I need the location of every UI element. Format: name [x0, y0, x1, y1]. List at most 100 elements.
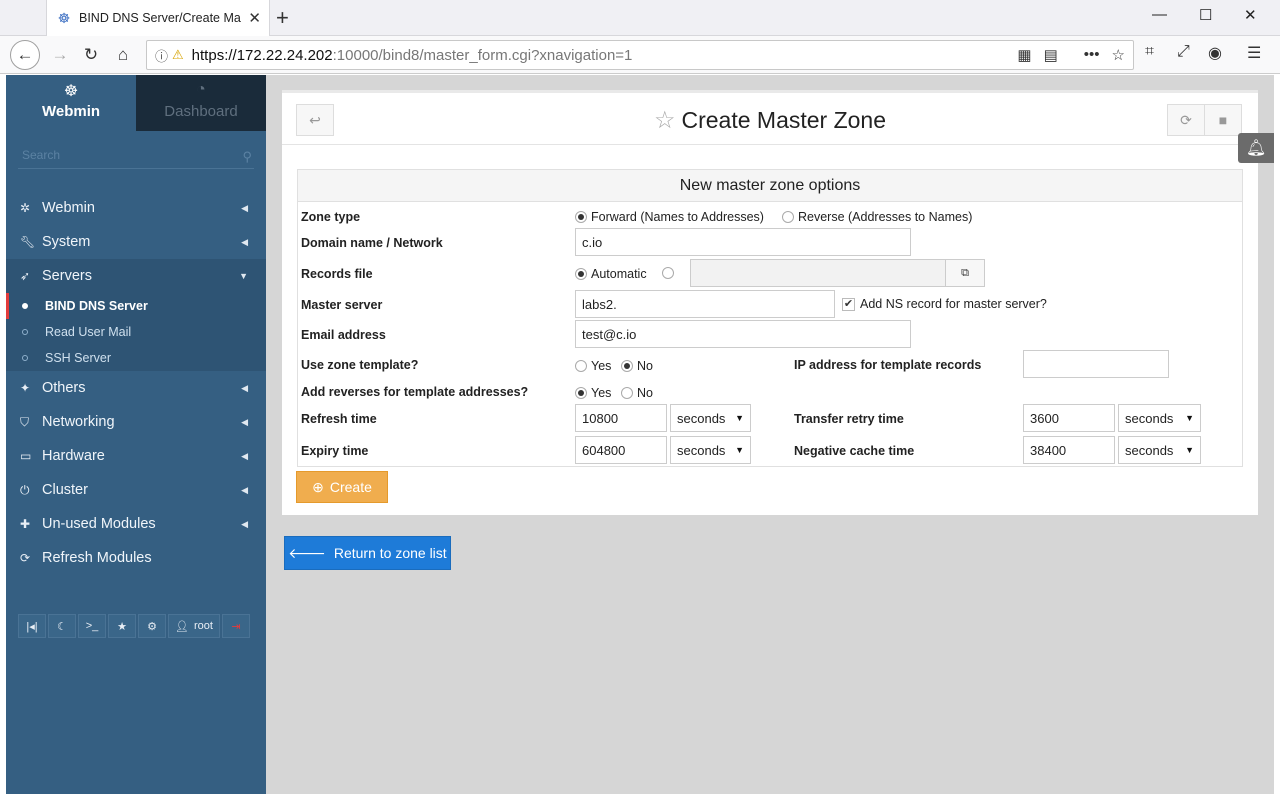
sidebar-item-networking[interactable]: ⛉ Networking ◀ — [6, 405, 266, 439]
close-tab-icon[interactable]: ✕ — [248, 9, 261, 27]
records-file-input[interactable] — [690, 259, 946, 287]
sidebar-item-label: Refresh Modules — [42, 550, 152, 566]
select-value: seconds — [1125, 410, 1174, 426]
add-ns-record-checkbox[interactable]: ✔ Add NS record for master server? — [842, 297, 1047, 311]
favorite-star-icon[interactable]: ☆ — [654, 107, 676, 134]
main-content: ↩ ☆ Create Master Zone ⟳ ■ New master zon… — [266, 75, 1274, 794]
sidebar-item-hardware[interactable]: ▭ Hardware ◀ — [6, 439, 266, 473]
notification-bell-icon[interactable]: 🔔︎ — [1238, 133, 1274, 163]
home-icon[interactable]: ⌂ — [111, 43, 135, 67]
zone-type-reverse-radio[interactable]: Reverse (Addresses to Names) — [782, 210, 972, 224]
hamburger-menu-icon[interactable]: ☰ — [1247, 43, 1261, 63]
sidebar-item-refresh-modules[interactable]: ⟳ Refresh Modules — [6, 541, 266, 575]
form-section-header: New master zone options — [298, 170, 1242, 202]
zone-type-label: Zone type — [301, 210, 361, 224]
file-chooser-icon[interactable]: ⧉ — [945, 259, 985, 287]
qr-code-icon[interactable]: ▦ — [1017, 46, 1031, 64]
checkbox-label: Add NS record for master server? — [860, 297, 1047, 311]
negcache-unit-select[interactable]: seconds ▼ — [1118, 436, 1201, 464]
return-to-zone-list-button[interactable]: 🡐 Return to zone list — [284, 536, 451, 570]
dropdown-arrow-icon: ▼ — [1185, 445, 1194, 455]
sidebar-subitem-ssh-server[interactable]: SSH Server — [6, 345, 266, 371]
sidebar-subitem-bind-dns[interactable]: BIND DNS Server — [6, 293, 266, 319]
sidebar-subitem-read-user-mail[interactable]: Read User Mail — [6, 319, 266, 345]
retry-unit-select[interactable]: seconds ▼ — [1118, 404, 1201, 432]
shield-icon: ⛉ — [20, 414, 30, 429]
sidebar-item-servers[interactable]: ➶ Servers ▼ — [6, 259, 266, 293]
reverses-no-radio[interactable]: No — [621, 386, 653, 400]
collapse-sidebar-icon[interactable]: |◂| — [18, 614, 46, 638]
transfer-retry-input[interactable] — [1023, 404, 1115, 432]
search-icon[interactable]: ⚲ — [242, 149, 252, 165]
stop-icon[interactable]: ■ — [1204, 104, 1242, 136]
new-tab-icon[interactable]: + — [276, 5, 289, 31]
reader-view-icon[interactable]: ▤ — [1044, 46, 1058, 64]
insecure-lock-icon[interactable]: ⚠ — [172, 47, 184, 63]
night-mode-icon[interactable]: ☾ — [48, 614, 76, 638]
template-yes-radio[interactable]: Yes — [575, 359, 611, 373]
radio-selected-icon — [575, 387, 587, 399]
reload-icon[interactable]: ↻ — [79, 43, 103, 67]
template-no-radio[interactable]: No — [621, 359, 653, 373]
reverses-yes-radio[interactable]: Yes — [575, 386, 611, 400]
records-automatic-radio[interactable]: Automatic — [575, 267, 647, 281]
webmin-favicon-icon: ☸ — [57, 9, 71, 26]
user-icon: 👤︎ — [175, 620, 189, 633]
expiry-unit-select[interactable]: seconds ▼ — [670, 436, 751, 464]
favorites-star-icon[interactable]: ★ — [108, 614, 136, 638]
page-actions-icon[interactable]: ••• — [1084, 46, 1100, 64]
sidebar-item-others[interactable]: ✦ Others ◀ — [6, 371, 266, 405]
crop-icon[interactable]: ⌗ — [1145, 43, 1154, 61]
plus-circle-icon: ⊕ — [312, 478, 324, 495]
user-root-button[interactable]: 👤︎ root — [168, 614, 220, 638]
radio-unselected-icon — [621, 387, 633, 399]
panel-header: ↩ ☆ Create Master Zone ⟳ ■ — [282, 93, 1258, 145]
expand-icon[interactable]: ⤢ — [1177, 43, 1190, 61]
browser-tab[interactable]: ☸ BIND DNS Server/Create Ma ✕ — [46, 0, 270, 36]
refresh-time-input[interactable] — [575, 404, 667, 432]
sidebar-item-unused-modules[interactable]: ✚ Un-used Modules ◀ — [6, 507, 266, 541]
logout-icon[interactable]: ⇥ — [221, 614, 250, 638]
radio-selected-icon — [575, 268, 587, 280]
refresh-icon[interactable]: ⟳ — [1167, 104, 1205, 136]
sidebar-item-webmin[interactable]: ✲ Webmin ◀ — [6, 191, 266, 225]
domain-input[interactable] — [575, 228, 911, 256]
radio-unselected-icon — [782, 211, 794, 223]
account-icon[interactable]: ◉ — [1208, 43, 1222, 63]
dashboard-gauge-icon: ◔ — [196, 81, 206, 98]
dashboard-tab[interactable]: ◔ Dashboard — [136, 75, 266, 131]
maximize-icon[interactable]: ☐ — [1199, 6, 1212, 24]
window-close-icon[interactable]: ✕ — [1244, 6, 1257, 24]
terminal-icon[interactable]: >_ — [78, 614, 106, 638]
bookmark-star-icon[interactable]: ☆ — [1112, 46, 1125, 64]
address-bar[interactable]: ⓘ ⚠ https://172.22.24.202:10000/bind8/ma… — [146, 40, 1134, 70]
forward-arrow-icon[interactable]: → — [48, 43, 72, 67]
sidebar-item-label: Hardware — [42, 448, 105, 464]
negative-cache-input[interactable] — [1023, 436, 1115, 464]
sidebar-menu: ✲ Webmin ◀ 🔧︎ System ◀ ➶ Servers ▼ BIND … — [6, 191, 266, 575]
back-arrow-icon[interactable]: ← — [10, 40, 40, 70]
create-master-zone-panel: ↩ ☆ Create Master Zone ⟳ ■ New master zon… — [282, 90, 1258, 515]
radio-selected-icon — [575, 211, 587, 223]
records-custom-radio[interactable] — [662, 267, 678, 279]
transfer-retry-label: Transfer retry time — [794, 412, 904, 426]
caret-left-icon: ◀ — [241, 518, 248, 529]
refresh-unit-select[interactable]: seconds ▼ — [670, 404, 751, 432]
create-button[interactable]: ⊕ Create — [296, 471, 388, 503]
hdd-icon: ▭ — [20, 449, 32, 463]
info-icon[interactable]: ⓘ — [155, 46, 168, 65]
ip-template-input[interactable] — [1023, 350, 1169, 378]
email-input[interactable] — [575, 320, 911, 348]
expiry-time-input[interactable] — [575, 436, 667, 464]
radio-unselected-icon — [575, 360, 587, 372]
webmin-tab[interactable]: ☸ Webmin — [6, 75, 136, 131]
email-label: Email address — [301, 328, 386, 342]
master-server-input[interactable] — [575, 290, 835, 318]
sidebar-item-system[interactable]: 🔧︎ System ◀ — [6, 225, 266, 259]
sidebar-search-input[interactable] — [18, 148, 218, 162]
minimize-icon[interactable]: — — [1152, 6, 1167, 23]
sidebar-item-label: Others — [42, 380, 86, 396]
settings-cogs-icon[interactable]: ⚙ — [138, 614, 166, 638]
sidebar-item-cluster[interactable]: ⏻ Cluster ◀ — [6, 473, 266, 507]
zone-type-forward-radio[interactable]: Forward (Names to Addresses) — [575, 210, 764, 224]
